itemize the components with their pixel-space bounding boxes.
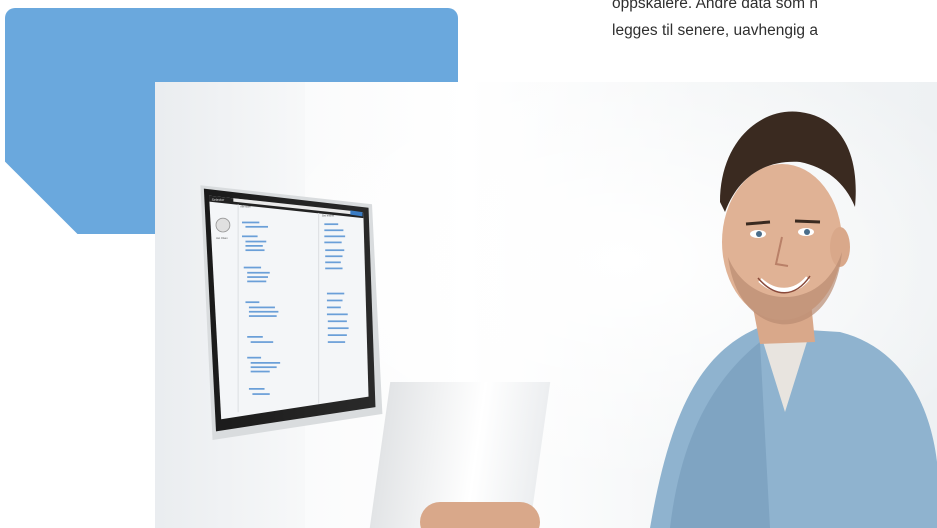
- avatar-icon: [215, 217, 231, 233]
- intro-line-2: legges til senere, uavhengig a: [612, 22, 818, 39]
- intro-line-1: oppskalere. Andre data som n: [612, 0, 818, 12]
- screen-main-header: Alle sider: [240, 205, 251, 209]
- screen-right-header: Sist endret: [322, 213, 335, 217]
- person-photo: [650, 111, 937, 528]
- screen-user-name: Jan Olsen: [216, 236, 228, 240]
- hand: [420, 502, 540, 528]
- screen-app-name: Selector: [212, 198, 226, 202]
- monitor: Selector Jan Olsen Alle sider Sist endre…: [200, 185, 383, 440]
- hero-photo: Selector Jan Olsen Alle sider Sist endre…: [155, 82, 937, 528]
- intro-text: oppskalere. Andre data som n legges til …: [612, 0, 937, 44]
